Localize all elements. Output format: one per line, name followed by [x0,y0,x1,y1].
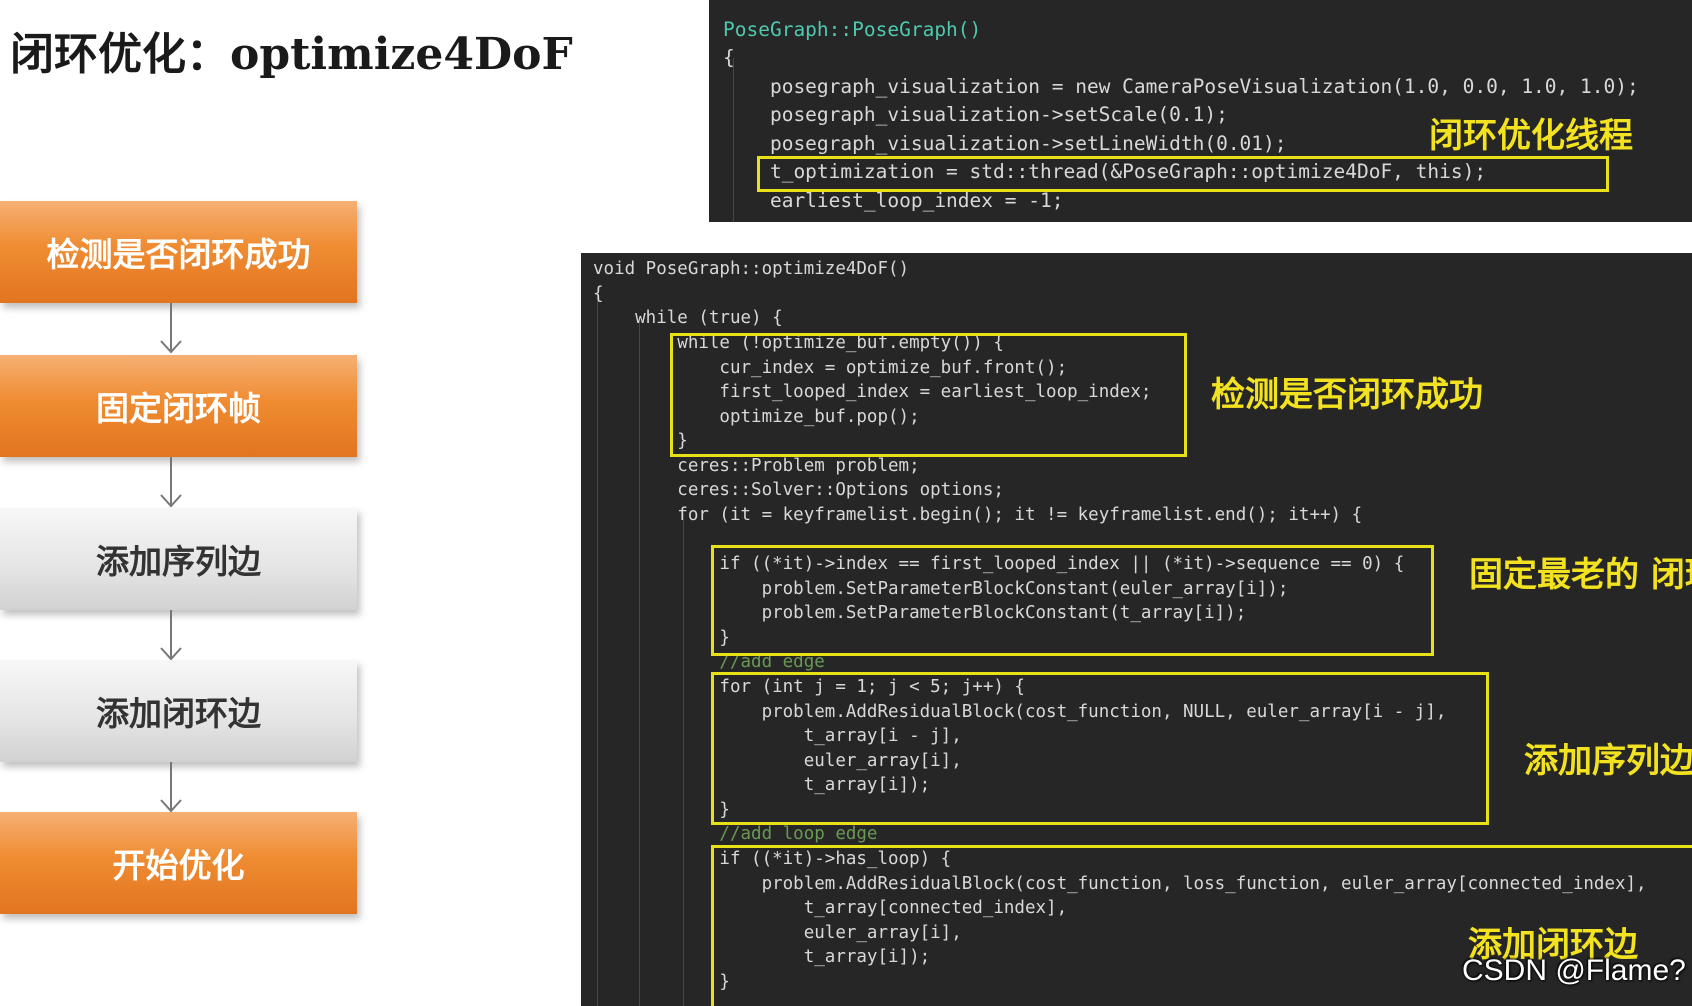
constructor-code-panel: PoseGraph::PoseGraph() { posegraph_visua… [709,0,1692,222]
flow-arrow-down-icon [160,610,182,661]
code-line: } [593,972,730,992]
code-line: while (true) { [593,308,783,328]
flow-step-start-optimize: 开始优化 [0,812,357,914]
code-line: posegraph_visualization->setScale(0.1); [723,103,1228,126]
flow-step-fix-loop-frame: 固定闭环帧 [0,355,357,457]
slide-title: 闭环优化：optimize4DoF [10,29,573,80]
code-line: posegraph_visualization = new CameraPose… [723,75,1639,98]
watermark: CSDN @Flame? [1462,954,1686,987]
annotation-optimize-thread: 闭环优化线程 [1429,116,1633,156]
flow-step-add-sequence-edge: 添加序列边 [0,508,357,610]
annotation-detect-loop: 检测是否闭环成功 [1211,375,1483,415]
annotation-sequence-edge: 添加序列边 [1524,741,1692,781]
flow-step-add-loop-edge: 添加闭环边 [0,660,357,762]
optimize4dof-code-panel: void PoseGraph::optimize4DoF() { while (… [581,253,1692,1006]
code-line: PoseGraph::PoseGraph() [723,18,982,41]
code-line: ceres::Problem problem; [593,456,920,476]
flow-arrow-down-icon [160,457,182,508]
detect-loop-highlight-box [670,333,1187,457]
code-line: posegraph_visualization->setLineWidth(0.… [723,132,1287,155]
code-line: ceres::Solver::Options options; [593,480,1004,500]
code-comment: //add loop edge [593,824,878,844]
thread-highlight-box [757,156,1609,192]
fix-frame-highlight-box [711,545,1434,656]
code-line: } [593,628,730,648]
code-line: { [723,46,735,69]
flow-arrow-down-icon [160,303,182,354]
code-line: void PoseGraph::optimize4DoF() [593,259,910,279]
flow-step-detect-loop: 检测是否闭环成功 [0,201,357,303]
code-line: earliest_loop_index = -1; [723,189,1064,212]
flow-arrow-down-icon [160,762,182,813]
code-line: for (it = keyframelist.begin(); it != ke… [593,505,1363,525]
code-line: { [593,284,604,304]
code-line: } [593,800,730,820]
annotation-fix-oldest-frame: 固定最老的 闭环帧 [1469,555,1692,595]
sequence-edge-highlight-box [711,672,1489,825]
